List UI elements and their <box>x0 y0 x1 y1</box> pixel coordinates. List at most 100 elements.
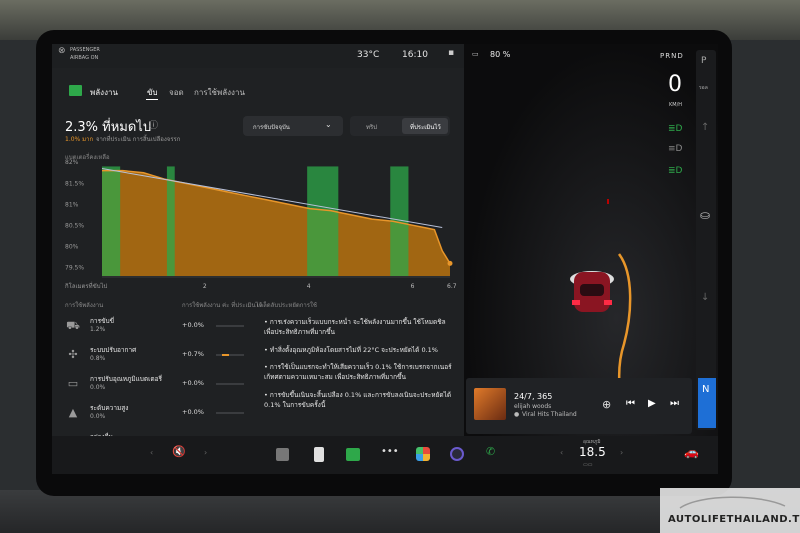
watermark: AUTOLIFETHAILAND.TV <box>660 488 800 533</box>
car-window <box>580 284 604 296</box>
tip-text: การขับขึ้นเนินจะสิ้นเปลือง 0.1% และการขั… <box>264 391 452 409</box>
consumer-delta: +0.7% <box>182 350 204 358</box>
media-player[interactable]: 24/7, 365 elijah woods ● Viral Hits Thai… <box>466 378 692 434</box>
map-strip[interactable]: ⊗ PASSENGER AIRBAG ON 33°C 16:10 ▪ <box>52 44 464 68</box>
mute-icon[interactable]: 🔇 <box>172 445 186 458</box>
tip-item: • การขับขึ้นเนินจะสิ้นเปลือง 0.1% และการ… <box>264 390 454 410</box>
consumer-bar-track <box>216 383 244 385</box>
x-axis-label: กิโลเมตรที่ขับไป <box>65 282 108 290</box>
consumer-percent: 1.2% <box>90 326 106 333</box>
regen-band <box>307 166 339 276</box>
shift-up-icon[interactable]: ↑ <box>701 122 709 133</box>
trip-estimate-toggle: ทริป ที่ประเมินไว้ <box>350 116 450 136</box>
y-tick-label: 80% <box>65 244 79 251</box>
airbag-icon: ⊗ <box>58 46 66 56</box>
energy-title: พลังงาน <box>90 88 118 97</box>
consumer-delta: +0.0% <box>182 408 204 416</box>
gear-n-button[interactable]: N <box>698 378 716 428</box>
tips-header: เคล็ดลับประหยัดการใช้ <box>257 302 317 309</box>
current-point <box>447 260 453 266</box>
add-favorite-icon[interactable]: ⊕ <box>602 398 611 411</box>
tip-text: การเร่งความเร็วแบบกระหน่ำ จะใช้พลังงานมา… <box>264 318 446 336</box>
hold-button[interactable]: รอล <box>699 84 708 92</box>
consumer-delta: +0.0% <box>182 321 204 329</box>
consumer-label: การปรับอุณหภูมิแบตเตอรี่ <box>90 375 162 383</box>
taskbar: ‹ 🔇 › ••• ✆ ‹ อุณหภูมิ 18.5 ▭▭ › 🚗 <box>52 436 718 474</box>
next-icon[interactable]: ⏭ <box>670 398 679 409</box>
y-tick-label: 82% <box>65 159 79 166</box>
tab-park[interactable]: จอด <box>169 86 184 99</box>
phone-icon[interactable]: ✆ <box>486 445 495 458</box>
estimate-header: การใช้พลังงาน ค่ะ ที่ประเมินไว้ <box>182 302 262 309</box>
mountain-icon: ▲ <box>68 406 78 419</box>
consumer-label: ระดับความสูง <box>90 404 129 412</box>
info-icon[interactable]: ⓘ <box>149 118 158 131</box>
y-tick-label: 80.5% <box>65 222 84 229</box>
x-tick-label: 6 <box>411 283 415 290</box>
track-artist: elijah woods <box>514 403 552 410</box>
chevron-down-icon: ⌄ <box>325 120 332 129</box>
track-source: Viral Hits Thailand <box>522 411 577 418</box>
consumer-label: การขับขี่ <box>90 317 115 325</box>
car-taillight-left <box>572 300 580 305</box>
climate-temperature[interactable]: 18.5 <box>579 445 606 459</box>
manual-icon[interactable] <box>314 447 324 462</box>
tab-drive[interactable]: ขับ <box>147 86 158 99</box>
camera-icon[interactable] <box>450 447 464 461</box>
car-controls-icon[interactable]: 🚗 <box>684 445 699 459</box>
energy-app-icon <box>69 85 82 96</box>
energy-icon[interactable] <box>346 448 360 461</box>
sub-value: 1.0% มาก <box>65 136 94 143</box>
lock-icon[interactable]: ▪ <box>448 48 454 58</box>
y-tick-label: 81.5% <box>65 180 84 187</box>
consumer-percent: 0.8% <box>90 355 106 362</box>
consumer-bar-track <box>216 325 244 327</box>
airbag-line1: PASSENGER <box>70 47 100 53</box>
consumer-percent: 0.0% <box>90 384 106 391</box>
more-apps-icon[interactable]: ••• <box>381 446 399 457</box>
dropdown-value: การขับปัจจุบัน <box>253 124 290 131</box>
regen-band <box>102 166 121 276</box>
sub-text: จากที่ประเมิน การสิ้นเปลืองจรรก <box>96 136 181 143</box>
tip-item: • การใช้เป็นแบรกจะทำให้เสียความเร็ว 0.1%… <box>264 362 454 382</box>
watermark-car-logo <box>679 496 786 509</box>
volume-right-chevron[interactable]: › <box>204 448 207 457</box>
y-tick-label: 79.5% <box>65 265 84 272</box>
photos-icon[interactable] <box>416 447 430 461</box>
consumer-bar-track <box>216 412 244 414</box>
car-taillight-right <box>604 300 612 305</box>
n-badge-label: N <box>702 384 710 395</box>
car-top-icon[interactable]: ⛀ <box>700 208 710 222</box>
consumer-delta: +0.0% <box>182 379 204 387</box>
drive-column: P รอล ↑ ⛀ ↓ <box>696 50 716 430</box>
lane-marker <box>607 199 609 204</box>
toggle-trip[interactable]: ทริป <box>366 122 377 132</box>
climate-right-chevron[interactable]: › <box>620 448 623 457</box>
battery-chart: 82% 81.5% 81% 80.5% 80% 79.5% กิโลเมตรที่ขับไป… <box>65 159 457 290</box>
consumers-header: การใช้พลังงาน <box>65 302 104 309</box>
tab-underline <box>146 99 158 100</box>
album-art[interactable] <box>474 388 506 420</box>
seat-heater-icon[interactable]: ▭▭ <box>583 462 592 468</box>
shift-down-icon[interactable]: ↓ <box>701 292 709 303</box>
play-icon[interactable]: ▶ <box>648 398 656 409</box>
tip-text: การใช้เป็นแบรกจะทำให้เสียความเร็ว 0.1% ใ… <box>264 363 452 381</box>
previous-icon[interactable]: ⏮ <box>626 398 635 409</box>
range-dropdown[interactable]: การขับปัจจุบัน ⌄ <box>243 116 343 136</box>
battery-icon: ▭ <box>67 377 79 390</box>
track-title: 24/7, 365 <box>514 392 553 401</box>
park-button[interactable]: P <box>701 56 706 66</box>
tab-consumption[interactable]: การใช้พลังงาน <box>194 86 245 99</box>
touchscreen: ⊗ PASSENGER AIRBAG ON 33°C 16:10 ▪ พลังง… <box>52 44 718 474</box>
temperature: 33°C <box>357 50 380 60</box>
climate-left-chevron[interactable]: ‹ <box>560 448 563 457</box>
tip-text: ทำสิ่งตั้งอุณหภูมิห้องโดยสารไม่ที่ 22°C … <box>269 346 438 354</box>
toggle-estimate[interactable]: ที่ประเมินไว้ <box>410 122 441 132</box>
x-tick-label: 2 <box>203 283 207 290</box>
y-tick-label: 81% <box>65 201 79 208</box>
car-icon: ⛟ <box>66 319 80 332</box>
toybox-icon[interactable] <box>276 448 289 461</box>
energy-panel: พลังงาน ขับ จอด การใช้พลังงาน 2.3% ที่หม… <box>52 68 464 449</box>
volume-left-chevron[interactable]: ‹ <box>150 448 153 457</box>
regen-band <box>166 166 175 276</box>
